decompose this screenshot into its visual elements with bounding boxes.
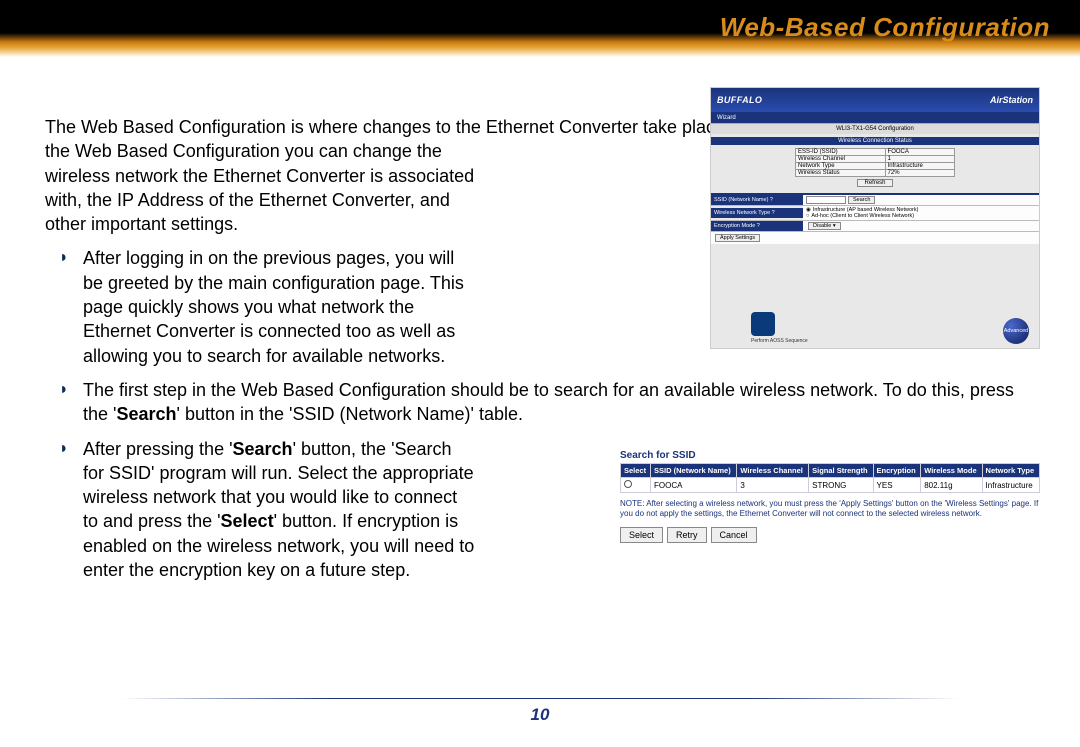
apply-settings-button[interactable]: Apply Settings bbox=[715, 234, 760, 242]
search-button[interactable]: Search bbox=[848, 196, 875, 204]
bullet-1-text: After logging in on the previous pages, … bbox=[83, 248, 464, 365]
table-row: Wireless Status72% bbox=[796, 170, 955, 177]
bullet-1: ◗ After logging in on the previous pages… bbox=[45, 246, 475, 367]
figure-search-ssid: Search for SSID Select SSID (Network Nam… bbox=[620, 450, 1040, 543]
page-content: The Web Based Configuration is where cha… bbox=[0, 60, 1080, 582]
bullet-3: ◗ After pressing the 'Search' button, th… bbox=[45, 437, 475, 583]
enc-row: Encryption Mode ? Disable ▾ bbox=[711, 221, 1039, 232]
refresh-button[interactable]: Refresh bbox=[857, 179, 892, 187]
bullet-2-bold: Search bbox=[116, 404, 176, 424]
enc-label: Encryption Mode ? bbox=[711, 221, 803, 231]
bullet-icon: ◗ bbox=[59, 247, 69, 269]
fig1-wizard-row: Wizard bbox=[711, 112, 1039, 123]
footer-rule bbox=[120, 698, 960, 700]
fig2-button-row: Select Retry Cancel bbox=[620, 527, 1040, 543]
fig2-data-row[interactable]: FOOCA 3 STRONG YES 802.11g Infrastructur… bbox=[621, 478, 1040, 493]
aoss-caption: Perform AOSS Sequence bbox=[751, 338, 808, 344]
retry-button[interactable]: Retry bbox=[667, 527, 707, 543]
aoss-icon[interactable] bbox=[751, 312, 775, 336]
select-button[interactable]: Select bbox=[620, 527, 663, 543]
bullet-icon: ◗ bbox=[59, 438, 69, 460]
bullet-3-pre: After pressing the ' bbox=[83, 439, 233, 459]
bullet-3-bold2: Select bbox=[221, 511, 274, 531]
fig2-title: Search for SSID bbox=[620, 450, 1040, 461]
fig1-bottom: Perform AOSS Sequence Advanced bbox=[711, 312, 1039, 344]
table-row: ESS-ID (SSID)FOOCA bbox=[796, 149, 955, 156]
page-title: Web-Based Configuration bbox=[720, 12, 1050, 43]
fig2-note: NOTE: After selecting a wireless network… bbox=[620, 499, 1040, 519]
fig2-table: Select SSID (Network Name) Wireless Chan… bbox=[620, 463, 1040, 493]
fig2-radio-cell[interactable] bbox=[621, 478, 651, 493]
wizard-label: Wizard bbox=[717, 115, 736, 121]
fig2-header-row: Select SSID (Network Name) Wireless Chan… bbox=[621, 464, 1040, 478]
bullet-2-text-post: ' button in the 'SSID (Network Name)' ta… bbox=[177, 404, 523, 424]
wnt-opt2[interactable]: ○Ad-hoc (Client to Client Wireless Netwo… bbox=[806, 213, 1036, 219]
table-row: Wireless Channel1 bbox=[796, 156, 955, 163]
ssid-input[interactable] bbox=[806, 196, 846, 204]
fig1-settings-block: SSID (Network Name) ? Search Wireless Ne… bbox=[711, 193, 1039, 244]
wnt-label: Wireless Network Type ? bbox=[711, 208, 803, 218]
apply-row: Apply Settings bbox=[711, 232, 1039, 244]
fig1-status-table: ESS-ID (SSID)FOOCA Wireless Channel1 Net… bbox=[795, 148, 955, 177]
bullet-icon: ◗ bbox=[59, 379, 69, 401]
aoss-block: Perform AOSS Sequence bbox=[751, 312, 808, 344]
fig1-brandbar: BUFFALO AirStation bbox=[711, 88, 1039, 112]
page-number: 10 bbox=[0, 705, 1080, 725]
brand-logo: BUFFALO bbox=[717, 95, 762, 105]
ssid-label: SSID (Network Name) ? bbox=[711, 195, 803, 205]
header-bar: Web-Based Configuration bbox=[0, 0, 1080, 60]
fig1-status-title: Wireless Connection Status bbox=[711, 137, 1039, 145]
enc-select[interactable]: Disable ▾ bbox=[808, 222, 841, 230]
page-footer: 10 bbox=[0, 698, 1080, 726]
fig1-config-title: WLI3-TX1-G54 Configuration bbox=[711, 123, 1039, 134]
fig1-refresh-wrap: Refresh bbox=[711, 179, 1039, 187]
cancel-button[interactable]: Cancel bbox=[711, 527, 757, 543]
advanced-button[interactable]: Advanced bbox=[1003, 318, 1029, 344]
bullet-2: ◗ The first step in the Web Based Config… bbox=[45, 378, 1035, 427]
airstation-logo: AirStation bbox=[990, 95, 1033, 105]
wnt-row: Wireless Network Type ? ◉Infrastructure … bbox=[711, 206, 1039, 221]
radio-icon[interactable] bbox=[624, 480, 632, 488]
figure-config-screenshot: BUFFALO AirStation Wizard WLI3-TX1-G54 C… bbox=[710, 87, 1040, 349]
table-row: Network TypeInfrastructure bbox=[796, 163, 955, 170]
bullet-3-bold1: Search bbox=[233, 439, 293, 459]
intro-line-narrow: the Web Based Configuration you can chan… bbox=[45, 139, 475, 236]
ssid-row: SSID (Network Name) ? Search bbox=[711, 195, 1039, 206]
